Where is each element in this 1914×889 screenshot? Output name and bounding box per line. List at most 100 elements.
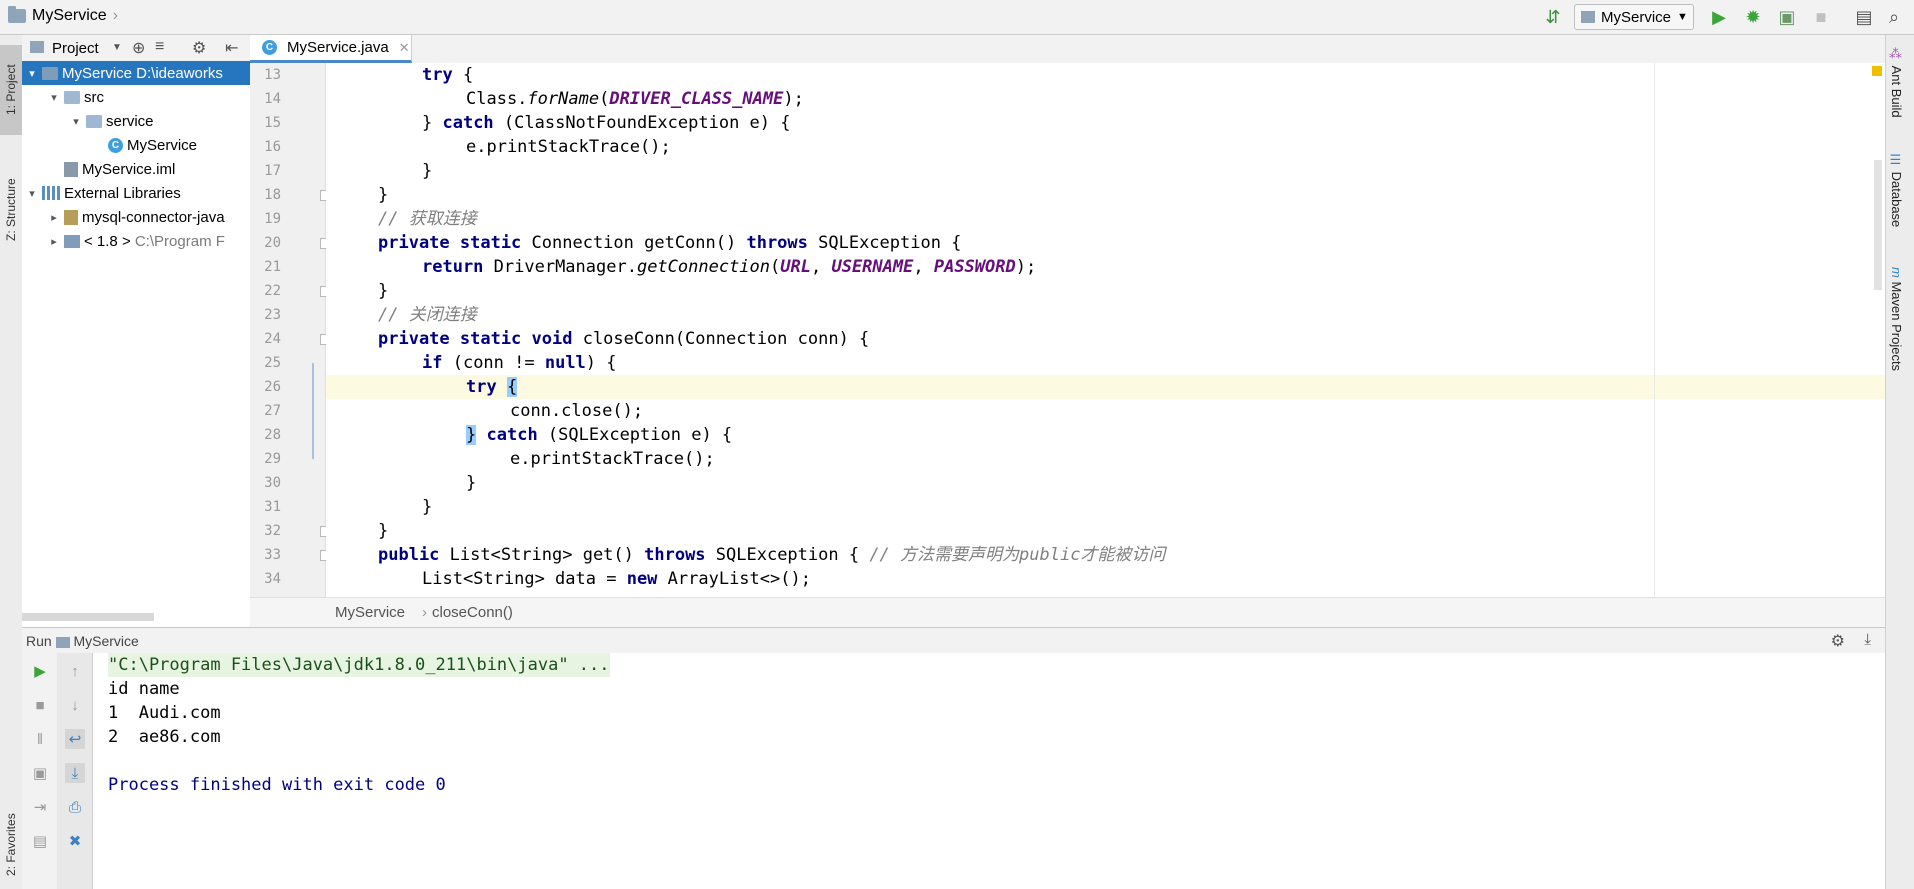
console-output-line: 1 Audi.com — [108, 703, 221, 723]
line-number: 18 — [264, 187, 281, 203]
project-view-icon — [30, 41, 44, 53]
line-number: 24 — [264, 331, 281, 347]
run-toolbar-secondary: ↑ ↓ ↩ ⤓ ⎙ ✖ — [57, 653, 93, 889]
line-number: 29 — [264, 451, 281, 467]
tool-tab-structure[interactable]: Z: Structure — [0, 155, 22, 265]
database-icon: ☰ — [1889, 153, 1904, 168]
rerun-icon[interactable]: ▶ — [30, 661, 50, 681]
up-arrow-icon[interactable]: ↑ — [65, 661, 85, 681]
breadcrumb-method[interactable]: closeConn() — [432, 604, 513, 621]
analysis-warning-icon[interactable] — [1872, 66, 1882, 76]
run-panel-header: Run MyService ⚙ ⤓ — [22, 627, 1885, 655]
line-number: 28 — [264, 427, 281, 443]
run-panel-title: Run MyService — [26, 633, 139, 649]
locate-icon[interactable]: ⊕ — [132, 38, 145, 58]
code-line-30: } — [466, 473, 477, 493]
code-line-14: Class.forName(DRIVER_CLASS_NAME); — [466, 89, 804, 109]
nav-breadcrumb[interactable]: MyService › — [8, 6, 118, 25]
tool-tab-project[interactable]: 1: Project — [0, 45, 22, 135]
tool-tab-ant-build[interactable]: ⁂ Ant Build — [1889, 47, 1904, 118]
dump-threads-icon[interactable]: ▣ — [30, 763, 50, 783]
code-line-16: e.printStackTrace(); — [466, 137, 671, 157]
code-line-13: try { — [422, 65, 474, 85]
chevron-down-icon[interactable]: ▾ — [26, 67, 38, 80]
console-output-line: id name — [108, 679, 180, 699]
chevron-right-icon[interactable]: ▸ — [48, 235, 60, 248]
tree-item[interactable]: ▾ src — [22, 85, 250, 109]
soft-wrap-icon[interactable]: ↩ — [65, 729, 85, 749]
print-icon[interactable]: ⎙ — [65, 797, 85, 817]
vertical-scrollbar[interactable] — [1874, 160, 1882, 290]
search-icon[interactable]: ⌕ — [1883, 6, 1905, 28]
folder-icon — [64, 90, 80, 104]
editor-tab-myservice[interactable]: C MyService.java ✕ — [250, 35, 412, 63]
pause-icon[interactable]: ‖ — [30, 729, 50, 749]
tool-tab-favorites[interactable]: 2: Favorites — [0, 805, 22, 885]
ant-icon: ⁂ — [1889, 47, 1904, 62]
tree-item[interactable]: ▸ < 1.8 > C:\Program F — [22, 229, 250, 253]
project-structure-icon[interactable]: ▤ — [1853, 6, 1875, 28]
debug-icon[interactable]: ✹ — [1742, 6, 1764, 28]
editor-gutter: 13 14 15 16 17 18 19 20 21 22 23 24 25 26 27 28 29 30 31 32… — [250, 63, 331, 597]
chevron-right-icon: › — [422, 604, 427, 621]
layout-icon[interactable]: ▤ — [30, 831, 50, 851]
project-panel-header: Project ▼ ⊕ ≡ ⚙ ⇤ — [22, 35, 250, 62]
project-view-select[interactable]: Project — [52, 40, 99, 57]
nav-project-name: MyService — [32, 7, 107, 24]
gear-icon[interactable]: ⚙ — [192, 38, 206, 58]
tree-item-label: src — [84, 88, 104, 106]
code-editor[interactable]: try { Class.forName(DRIVER_CLASS_NAME); … — [326, 63, 1885, 597]
trash-icon[interactable]: ✖ — [65, 831, 85, 851]
run-icon[interactable]: ▶ — [1708, 6, 1730, 28]
scroll-to-end-icon[interactable]: ⤓ — [65, 763, 85, 783]
tree-item[interactable]: MyService.iml — [22, 157, 250, 181]
breadcrumb-class[interactable]: MyService — [335, 604, 405, 621]
ant-build-label: Ant Build — [1889, 65, 1904, 118]
code-line-25: if (conn != null) { — [422, 353, 617, 373]
module-icon — [42, 66, 58, 80]
editor-tab-label: MyService.java — [287, 39, 389, 56]
stop-icon[interactable]: ■ — [30, 695, 50, 715]
stop-icon[interactable]: ■ — [1810, 6, 1832, 28]
hide-panel-icon[interactable]: ⇤ — [225, 38, 238, 58]
code-line-33: public List<String> get() throws SQLExce… — [378, 545, 1166, 565]
tool-tab-database[interactable]: ☰ Database — [1889, 153, 1904, 227]
chevron-down-icon[interactable]: ▾ — [26, 187, 38, 200]
horizontal-scrollbar[interactable] — [22, 613, 154, 621]
right-margin-guide — [1654, 63, 1655, 597]
class-icon: C — [262, 40, 277, 55]
line-number: 33 — [264, 547, 281, 563]
chevron-down-icon: ▼ — [1677, 11, 1688, 23]
line-number: 17 — [264, 163, 281, 179]
tree-item[interactable]: ▾ MyService D:\ideaworks — [22, 61, 250, 85]
run-config-tab[interactable]: MyService — [73, 633, 138, 649]
chevron-down-icon[interactable]: ▾ — [48, 91, 60, 104]
run-console[interactable]: "C:\Program Files\Java\jdk1.8.0_211\bin\… — [93, 653, 1885, 889]
jdk-icon — [64, 234, 80, 248]
line-number: 26 — [264, 379, 281, 395]
exit-icon[interactable]: ⇥ — [30, 797, 50, 817]
chevron-down-icon[interactable]: ▼ — [112, 42, 122, 53]
run-config-select[interactable]: MyService ▼ — [1574, 4, 1694, 30]
chevron-right-icon[interactable]: ▸ — [48, 211, 60, 224]
close-icon[interactable]: ✕ — [399, 40, 410, 56]
line-number: 27 — [264, 403, 281, 419]
run-config-icon — [1581, 11, 1595, 23]
tool-tab-maven[interactable]: m Maven Projects — [1889, 267, 1904, 371]
hide-panel-icon[interactable]: ⤓ — [1864, 631, 1871, 648]
tree-item[interactable]: C MyService — [22, 133, 250, 157]
chevron-down-icon[interactable]: ▾ — [70, 115, 82, 128]
tree-item[interactable]: ▾ External Libraries — [22, 181, 250, 205]
coverage-icon[interactable]: ▣ — [1776, 6, 1798, 28]
tree-item[interactable]: ▸ mysql-connector-java — [22, 205, 250, 229]
line-number: 19 — [264, 211, 281, 227]
tree-item[interactable]: ▾ service — [22, 109, 250, 133]
project-panel: Project ▼ ⊕ ≡ ⚙ ⇤ ▾ MyService D:\ideawork… — [22, 35, 251, 627]
down-arrow-icon[interactable]: ↓ — [65, 695, 85, 715]
build-icon[interactable]: ⇵ — [1542, 6, 1564, 28]
tree-item-label: < 1.8 > — [84, 232, 131, 250]
gear-icon[interactable]: ⚙ — [1831, 631, 1845, 651]
collapse-all-icon[interactable]: ≡ — [155, 38, 164, 56]
line-number: 23 — [264, 307, 281, 323]
console-command-line: "C:\Program Files\Java\jdk1.8.0_211\bin\… — [108, 653, 610, 677]
